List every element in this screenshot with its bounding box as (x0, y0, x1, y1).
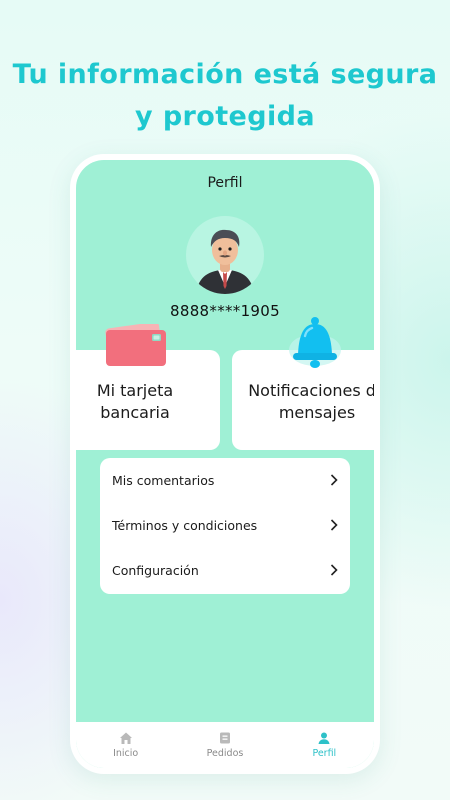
notifications-button[interactable]: Notificaciones de mensajes (232, 317, 374, 450)
phone-frame: Perfil 8888****1905 Mi tarjeta bancaria … (70, 154, 380, 774)
chevron-right-icon (330, 564, 338, 576)
notifications-label: Notificaciones de mensajes (248, 381, 374, 422)
page-title: Perfil (207, 175, 243, 191)
profile-icon (318, 732, 330, 744)
tab-home[interactable]: Inicio (76, 722, 175, 768)
headline-line-2: y protegida (135, 101, 315, 132)
bottom-tab-bar: Inicio Pedidos Perfil (76, 722, 374, 768)
profile-screen: Perfil 8888****1905 Mi tarjeta bancaria … (76, 160, 374, 768)
avatar[interactable] (186, 216, 264, 294)
tab-label: Pedidos (206, 748, 244, 759)
tab-profile[interactable]: Perfil (275, 722, 374, 768)
credit-card-icon (105, 324, 166, 366)
settings-menu: Mis comentarios Términos y condiciones C… (100, 458, 350, 594)
promo-headline: Tu información está segura y protegida (0, 54, 450, 138)
tab-label: Perfil (312, 748, 337, 759)
bell-icon (289, 317, 341, 368)
menu-item-terms[interactable]: Términos y condiciones (100, 503, 350, 548)
menu-item-label: Configuración (112, 563, 199, 578)
menu-item-settings[interactable]: Configuración (100, 548, 350, 593)
menu-item-label: Términos y condiciones (112, 518, 258, 533)
user-avatar-icon (196, 229, 254, 294)
home-icon (119, 732, 132, 744)
menu-item-label: Mis comentarios (112, 473, 215, 488)
bank-card-label: Mi tarjeta bancaria (96, 381, 174, 422)
bank-card-button[interactable]: Mi tarjeta bancaria (76, 324, 220, 450)
menu-item-comments[interactable]: Mis comentarios (100, 458, 350, 503)
tab-orders[interactable]: Pedidos (175, 722, 274, 768)
tab-label: Inicio (113, 748, 139, 759)
chevron-right-icon (330, 474, 338, 486)
headline-line-1: Tu información está segura (12, 59, 438, 90)
chevron-right-icon (330, 519, 338, 531)
orders-icon (219, 732, 230, 744)
